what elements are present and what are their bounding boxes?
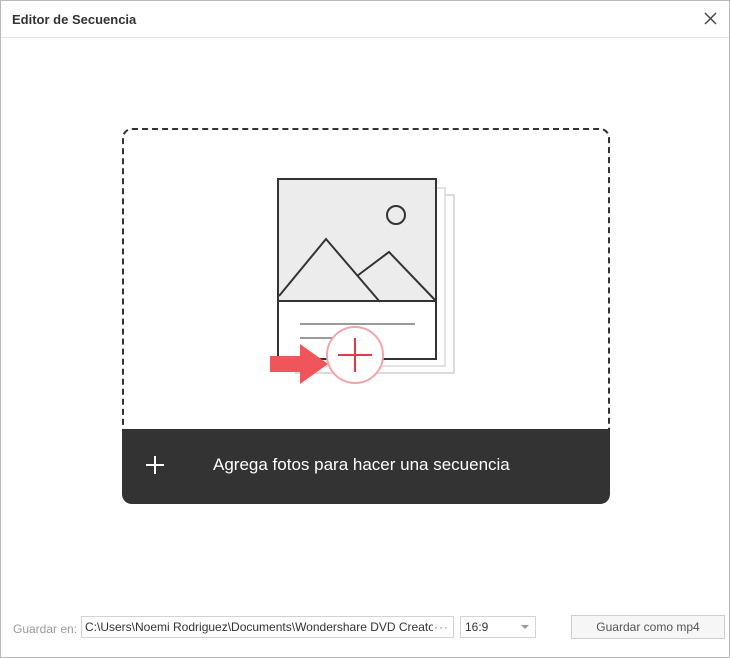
window-title: Editor de Secuencia: [12, 12, 137, 27]
save-path-text: C:\Users\Noemi Rodriguez\Documents\Wonde…: [85, 620, 433, 634]
save-as-mp4-button[interactable]: Guardar como mp4: [571, 615, 725, 639]
browse-button[interactable]: ···: [434, 617, 449, 637]
add-photos-label: Agrega fotos para hacer una secuencia: [213, 455, 510, 474]
add-photos-bar[interactable]: Agrega fotos para hacer una secuencia: [122, 429, 610, 504]
add-photos-illustration: [270, 178, 455, 384]
aspect-ratio-value: 16:9: [465, 620, 489, 634]
footer-bar: Guardar en: C:\Users\Noemi Rodriguez\Doc…: [1, 613, 729, 643]
plus-icon: [146, 456, 164, 474]
close-icon[interactable]: [701, 9, 721, 29]
aspect-ratio-select[interactable]: 16:9: [460, 616, 536, 638]
sequence-editor-window: Editor de Secuencia Agrega fotos para ha…: [0, 0, 730, 658]
save-in-label: Guardar en:: [13, 622, 78, 636]
title-bar: Editor de Secuencia: [1, 1, 729, 38]
photo-drop-zone[interactable]: Agrega fotos para hacer una secuencia: [122, 128, 610, 504]
save-path-field[interactable]: C:\Users\Noemi Rodriguez\Documents\Wonde…: [81, 616, 454, 638]
chevron-down-icon: [521, 625, 529, 629]
